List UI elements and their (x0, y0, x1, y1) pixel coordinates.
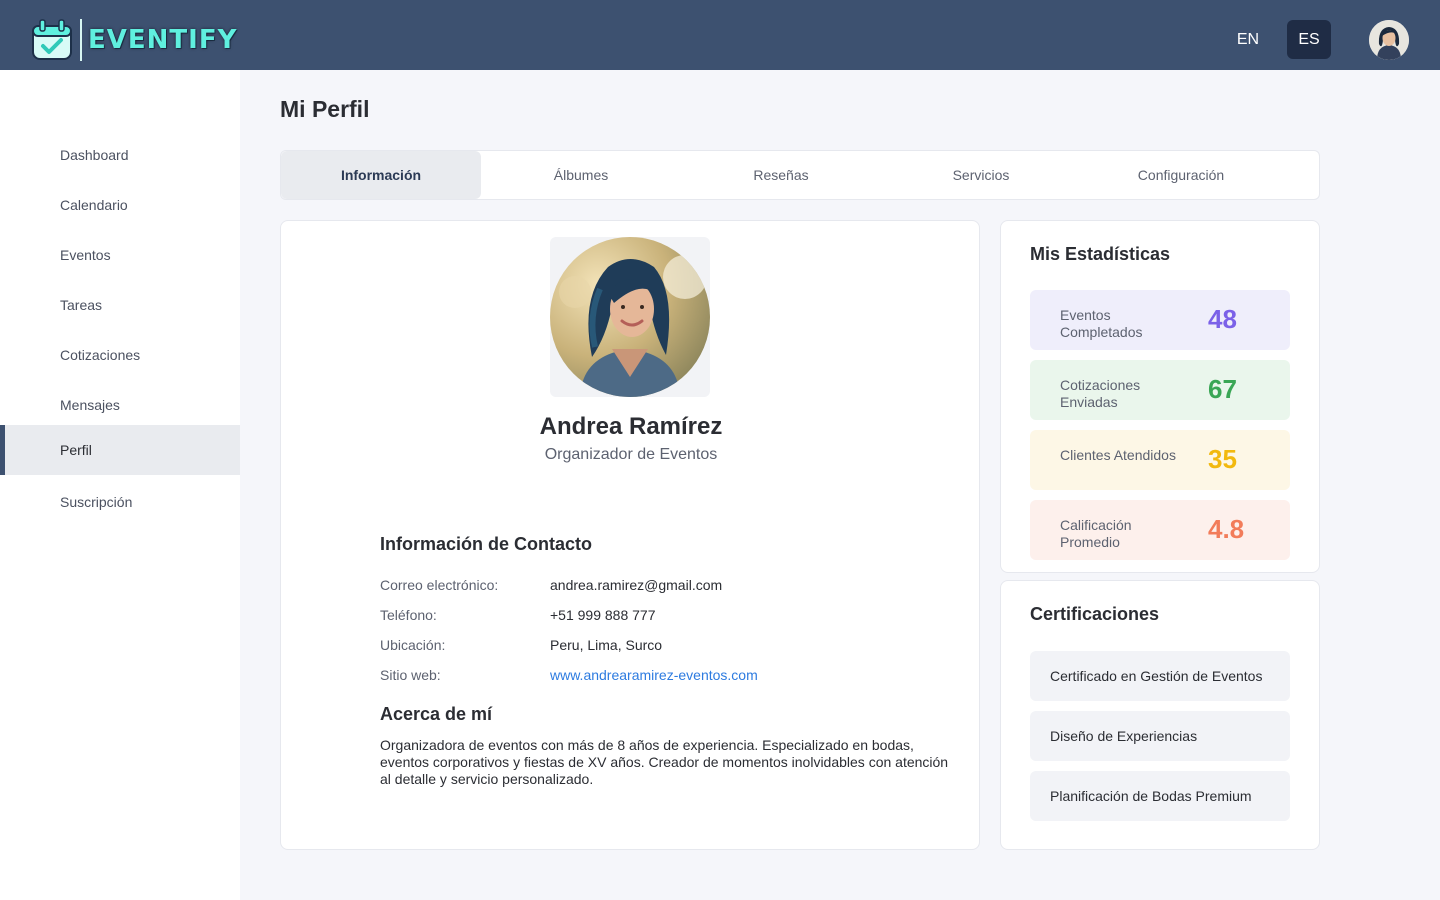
sidebar-item-suscripcion[interactable]: Suscripción (0, 477, 240, 527)
language-en-button[interactable]: EN (1226, 20, 1270, 59)
stat-label: Calificación Promedio (1060, 517, 1132, 550)
tab-informacion[interactable]: Información (281, 151, 481, 199)
tab-albumes[interactable]: Álbumes (481, 151, 681, 199)
location-label: Ubicación: (380, 637, 446, 653)
sidebar-item-tareas[interactable]: Tareas (0, 280, 240, 330)
avatar-photo (1369, 20, 1409, 60)
contact-section-title: Información de Contacto (380, 534, 593, 554)
sidebar-item-dashboard[interactable]: Dashboard (0, 130, 240, 180)
sidebar: Dashboard Calendario Eventos Tareas Coti… (0, 70, 240, 900)
calendar-check-icon (32, 19, 72, 60)
stat-cotizaciones-enviadas: Cotizaciones Enviadas 67 (1030, 360, 1290, 420)
stat-value: 48 (1208, 304, 1237, 334)
sidebar-item-mensajes[interactable]: Mensajes (0, 380, 240, 430)
profile-photo-image (550, 237, 710, 397)
stat-label: Clientes Atendidos (1060, 447, 1176, 463)
stats-card: Mis Estadísticas Eventos Completados 48 … (1000, 220, 1320, 573)
page-title: Mi Perfil (280, 96, 370, 122)
about-text: Organizadora de eventos con más de 8 año… (380, 737, 949, 787)
certifications-title: Certificaciones (1030, 604, 1160, 624)
stat-eventos-completados: Eventos Completados 48 (1030, 290, 1290, 350)
stat-label: Eventos Completados (1060, 307, 1143, 340)
certifications-card: Certificaciones Certificado en Gestión d… (1000, 580, 1320, 850)
phone-value: +51 999 888 777 (550, 607, 656, 623)
email-label: Correo electrónico: (380, 577, 499, 593)
stats-title: Mis Estadísticas (1030, 244, 1171, 264)
stat-value: 67 (1208, 374, 1237, 404)
profile-card: Andrea Ramírez Organizador de Eventos In… (280, 220, 980, 850)
website-link[interactable]: www.andrearamirez-eventos.com (550, 667, 758, 683)
logo[interactable]: EVENTIFY (30, 18, 237, 62)
stat-clientes-atendidos: Clientes Atendidos 35 (1030, 430, 1290, 490)
about-section-title: Acerca de mí (380, 704, 493, 724)
phone-label: Teléfono: (380, 607, 437, 623)
website-label: Sitio web: (380, 667, 441, 683)
profile-photo[interactable] (550, 237, 710, 397)
tab-configuracion[interactable]: Configuración (1081, 151, 1281, 199)
profile-name: Andrea Ramírez (539, 413, 723, 440)
language-es-button[interactable]: ES (1287, 20, 1331, 59)
logo-divider (80, 19, 82, 61)
stat-calificacion-promedio: Calificación Promedio 4.8 (1030, 500, 1290, 560)
tab-resenas[interactable]: Reseñas (681, 151, 881, 199)
certification-item: Certificado en Gestión de Eventos (1030, 651, 1290, 701)
profile-tabs: Información Álbumes Reseñas Servicios Co… (280, 150, 1320, 200)
stat-label: Cotizaciones Enviadas (1060, 377, 1141, 410)
stat-value: 35 (1208, 444, 1237, 474)
profile-role: Organizador de Eventos (544, 446, 718, 463)
sidebar-item-eventos[interactable]: Eventos (0, 230, 240, 280)
certification-item: Diseño de Experiencias (1030, 711, 1290, 761)
logo-text: EVENTIFY (88, 25, 238, 55)
certification-item: Planificación de Bodas Premium (1030, 771, 1290, 821)
stat-value: 4.8 (1208, 514, 1245, 544)
location-value: Peru, Lima, Surco (550, 637, 663, 653)
user-avatar[interactable] (1369, 20, 1409, 60)
sidebar-item-calendario[interactable]: Calendario (0, 180, 240, 230)
tab-servicios[interactable]: Servicios (881, 151, 1081, 199)
email-value: andrea.ramirez@gmail.com (550, 577, 723, 593)
sidebar-item-cotizaciones[interactable]: Cotizaciones (0, 330, 240, 380)
sidebar-item-perfil[interactable]: Perfil (0, 425, 240, 475)
top-navbar: EVENTIFY EN ES (0, 0, 1440, 70)
